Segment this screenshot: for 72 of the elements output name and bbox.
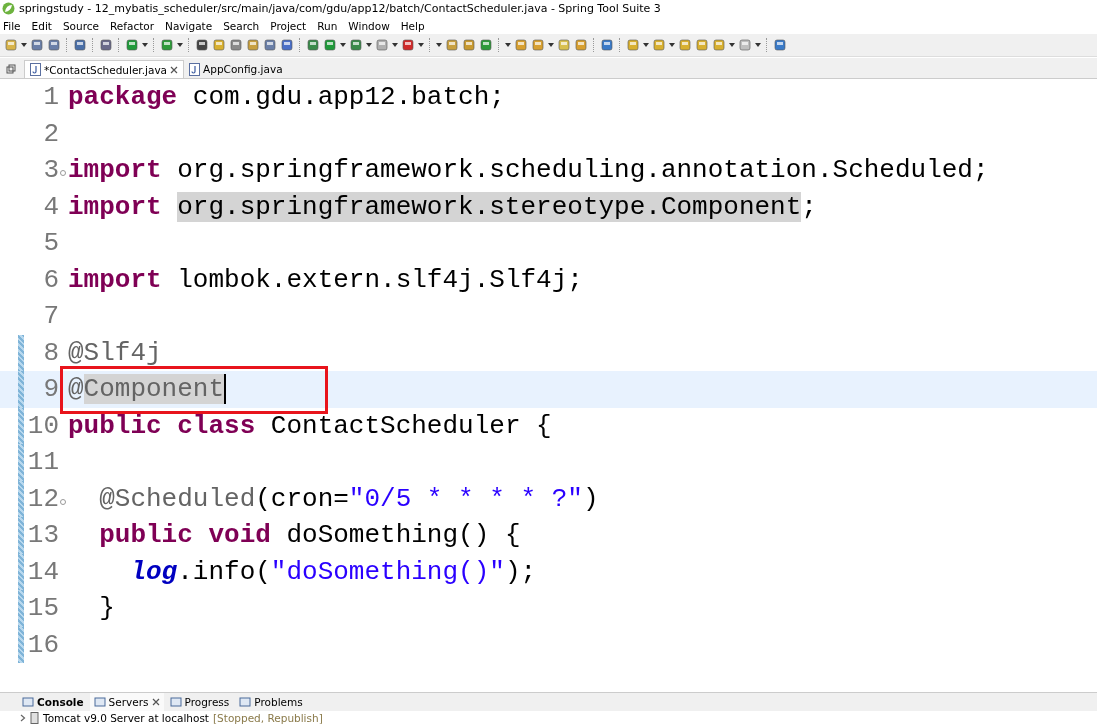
window-title: springstudy - 12_mybatis_scheduler/src/main/java/com/gdu/app12/batch/ContactScheduler.java - Spring Tool Suite 3 [19, 2, 661, 15]
server-name[interactable]: Tomcat v9.0 Server at localhost [43, 712, 209, 724]
menu-item[interactable]: Help [400, 19, 425, 32]
fold-icon[interactable] [60, 170, 66, 177]
caret-icon[interactable] [366, 43, 372, 47]
caret-icon[interactable] [548, 43, 554, 47]
code-line: log.info("doSomething()"); [129, 556, 537, 587]
menu-item[interactable]: Source [62, 19, 99, 32]
menu-item[interactable]: Navigate [165, 19, 213, 32]
line-number: 16 [26, 629, 59, 660]
caret-icon[interactable] [505, 43, 511, 47]
restore-icon[interactable] [6, 64, 16, 74]
panel-tab[interactable]: Servers [89, 693, 164, 711]
view-icon [93, 696, 106, 708]
line-number: 7 [42, 301, 59, 332]
panel-tab[interactable]: Console [18, 693, 88, 711]
java-file-icon [30, 63, 41, 76]
code-line: @Slf4j [68, 337, 162, 368]
editor-tab[interactable]: *ContactScheduler.java [24, 60, 185, 78]
line-number: 2 [42, 118, 59, 149]
caret-icon[interactable] [340, 43, 346, 47]
menu-item[interactable]: File [3, 19, 21, 32]
caret-icon[interactable] [729, 43, 735, 47]
line-number: 14 [26, 556, 59, 587]
code-line: @Scheduled(cron="0/5 * * * * ?") [98, 483, 599, 514]
panel-tab[interactable]: Progress [165, 693, 234, 711]
line-number: 6 [42, 264, 59, 295]
line-number: 9 [42, 374, 59, 405]
server-status: [Stopped, Republish] [213, 712, 323, 724]
line-number: 11 [26, 447, 59, 478]
menu-item[interactable]: Refactor [110, 19, 155, 32]
caret-icon[interactable] [392, 43, 398, 47]
code-line: public class ContactScheduler { [68, 410, 552, 441]
java-file-icon [189, 62, 201, 76]
caret-icon[interactable] [418, 43, 424, 47]
caret-icon[interactable] [142, 43, 148, 47]
line-number: 12 [26, 483, 59, 514]
caret-icon[interactable] [669, 43, 675, 47]
view-icon [22, 696, 34, 708]
code-line: public void doSomething() { [98, 520, 521, 551]
line-number: 15 [26, 593, 59, 624]
close-icon[interactable] [151, 698, 160, 706]
menu-item[interactable]: Run [317, 19, 338, 32]
line-number: 3 [42, 155, 59, 186]
code-line: } [98, 593, 115, 624]
code-line: @Component [68, 374, 225, 405]
code-line: package com.gdu.app12.batch; [68, 82, 505, 113]
line-number: 10 [26, 410, 59, 441]
menu-item[interactable]: Search [223, 19, 260, 32]
caret-icon[interactable] [643, 43, 649, 47]
caret-icon[interactable] [436, 43, 442, 47]
panel-tab[interactable]: Problems [235, 693, 307, 711]
caret-icon[interactable] [177, 43, 183, 47]
caret-icon[interactable] [755, 43, 761, 47]
line-number: 1 [42, 82, 59, 113]
view-icon [239, 696, 252, 708]
expand-icon[interactable] [20, 714, 26, 722]
menu-item[interactable]: Window [348, 19, 390, 32]
view-icon [169, 696, 182, 708]
line-number: 8 [42, 337, 59, 368]
line-number: 5 [42, 228, 59, 259]
code-line: import lombok.extern.slf4j.Slf4j; [68, 264, 583, 295]
line-number: 13 [26, 520, 59, 551]
caret-icon[interactable] [21, 43, 27, 47]
editor-tab[interactable]: AppConfig.java [184, 60, 288, 78]
code-line: import org.springframework.scheduling.annotation.Scheduled; [68, 155, 989, 186]
fold-icon[interactable] [60, 498, 66, 505]
menu-item[interactable]: Edit [31, 19, 52, 32]
close-icon[interactable] [170, 65, 179, 74]
menu-item[interactable]: Project [270, 19, 307, 32]
line-number: 4 [42, 191, 59, 222]
server-icon [30, 712, 39, 724]
